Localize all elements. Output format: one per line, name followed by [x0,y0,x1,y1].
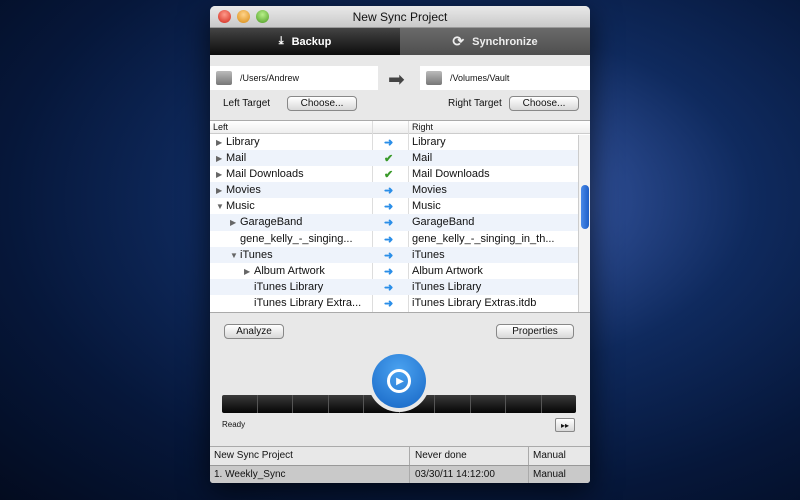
sync-arrow-icon[interactable]: ➜ [384,200,393,213]
table-row[interactable]: ▶ Movies ➜ Movies [210,182,590,199]
minimize-button[interactable] [237,10,250,23]
tab-synchronize-label: Synchronize [472,35,538,48]
file-comparison-table: Left Right ▶ Library ➜ Library ▶ Mail ✔ M… [210,120,590,313]
checkmark-icon[interactable]: ✔ [384,152,393,165]
status-text: Ready [222,420,246,429]
right-choose-button[interactable]: Choose... [509,96,579,111]
disclosure-triangle-icon[interactable]: ▶ [230,218,236,227]
right-path-field[interactable]: /Volumes/Vault [420,66,590,90]
table-row[interactable]: ▼ Music ➜ Music [210,198,590,214]
sync-arrow-icon[interactable]: ➜ [384,184,393,197]
window-title: New Sync Project [352,10,448,24]
project-mode: Manual [533,469,566,480]
project-row[interactable]: 1. Weekly_Sync 03/30/11 14:12:00 Manual [210,465,590,483]
title-bar: New Sync Project [210,6,590,28]
left-item: Mail [226,152,247,165]
right-item: iTunes Library [412,280,482,293]
left-item: Movies [226,184,261,197]
disclosure-triangle-icon[interactable]: ▼ [230,251,238,260]
scrollbar-thumb[interactable] [581,185,589,229]
analyze-button[interactable]: Analyze [224,324,284,339]
left-item: iTunes [240,248,273,261]
left-item: GarageBand [240,216,303,229]
right-item: Mail [412,152,433,165]
right-item: Album Artwork [412,264,483,277]
skip-button[interactable]: ▸▸ [555,418,575,432]
folder-icon [426,71,442,85]
tab-backup[interactable]: ⤓ Backup [210,28,400,55]
project-last-sync: Never done [415,450,467,461]
table-row[interactable]: ▶ Album Artwork ➜ Album Artwork [210,263,590,279]
table-row[interactable]: ▶ Mail ✔ Mail [210,150,590,167]
disclosure-triangle-icon[interactable]: ▶ [244,267,250,276]
project-name: New Sync Project [214,450,293,461]
right-item: Music [412,200,441,213]
left-item: gene_kelly_-_singing... [240,232,353,245]
table-row[interactable]: ▶ Mail Downloads ✔ Mail Downloads [210,166,590,182]
sync-icon: ⟳ [452,33,465,49]
left-item: iTunes Library Extra... [254,296,362,309]
sync-arrow-icon[interactable]: ➜ [384,297,393,310]
table-row[interactable]: iTunes Library Extra... ➜ iTunes Library… [210,295,590,311]
column-header-left[interactable]: Left [213,122,228,132]
sync-play-button[interactable]: ▶ [368,350,430,412]
right-item: iTunes Library Extras.itdb [412,296,537,309]
right-item: Mail Downloads [412,168,490,181]
direction-arrow-icon[interactable]: ➡ [388,67,405,92]
left-item: Album Artwork [254,264,325,277]
right-item: iTunes [412,248,445,261]
tab-synchronize[interactable]: ⟳ Synchronize [400,28,590,55]
play-icon: ▶ [387,369,411,393]
disclosure-triangle-icon[interactable]: ▶ [216,170,222,179]
left-choose-button[interactable]: Choose... [287,96,357,111]
right-item: Library [412,136,446,148]
right-path: /Volumes/Vault [450,73,510,83]
table-row[interactable]: ▶ Library ➜ Library [210,134,590,150]
project-mode: Manual [533,450,566,461]
properties-button[interactable]: Properties [496,324,574,339]
table-row[interactable]: gene_kelly_-_singing... ➜ gene_kelly_-_s… [210,231,590,247]
project-last-sync: 03/30/11 14:12:00 [415,469,495,480]
left-item: Library [226,136,260,148]
sync-arrow-icon[interactable]: ➜ [384,265,393,278]
close-button[interactable] [218,10,231,23]
project-row[interactable]: New Sync Project Never done Manual [210,447,590,465]
left-path-field[interactable]: /Users/Andrew [210,66,378,90]
table-row[interactable]: ▼ iTunes ➜ iTunes [210,246,590,263]
table-row[interactable]: iTunes Library ➜ iTunes Library [210,278,590,295]
download-icon: ⤓ [278,35,284,47]
zoom-button[interactable] [256,10,269,23]
right-target-label: Right Target [448,98,502,109]
left-path: /Users/Andrew [240,73,300,83]
right-item: GarageBand [412,216,475,229]
disclosure-triangle-icon[interactable]: ▶ [216,138,222,147]
disclosure-triangle-icon[interactable]: ▶ [216,186,222,195]
right-item: Movies [412,184,447,197]
sync-arrow-icon[interactable]: ➜ [384,281,393,294]
project-list: New Sync Project Never done Manual 1. We… [210,446,590,483]
sync-arrow-icon[interactable]: ➜ [384,136,393,149]
right-item: gene_kelly_-_singing_in_th... [412,232,555,245]
folder-icon [216,71,232,85]
left-item: Music [226,200,255,213]
tab-backup-label: Backup [291,35,332,48]
left-item: Mail Downloads [226,168,304,181]
left-item: iTunes Library [254,280,324,293]
sync-window: New Sync Project ⤓ Backup ⟳ Synchronize … [210,6,590,483]
project-name: 1. Weekly_Sync [214,469,286,480]
disclosure-triangle-icon[interactable]: ▼ [216,202,224,211]
disclosure-triangle-icon[interactable]: ▶ [216,154,222,163]
checkmark-icon[interactable]: ✔ [384,168,393,181]
left-target-label: Left Target [223,98,271,109]
sync-arrow-icon[interactable]: ➜ [384,249,393,262]
sync-arrow-icon[interactable]: ➜ [384,233,393,246]
column-header-right[interactable]: Right [412,122,433,132]
scrollbar[interactable] [578,135,590,312]
sync-arrow-icon[interactable]: ➜ [384,216,393,229]
table-row[interactable]: ▶ GarageBand ➜ GarageBand [210,214,590,231]
